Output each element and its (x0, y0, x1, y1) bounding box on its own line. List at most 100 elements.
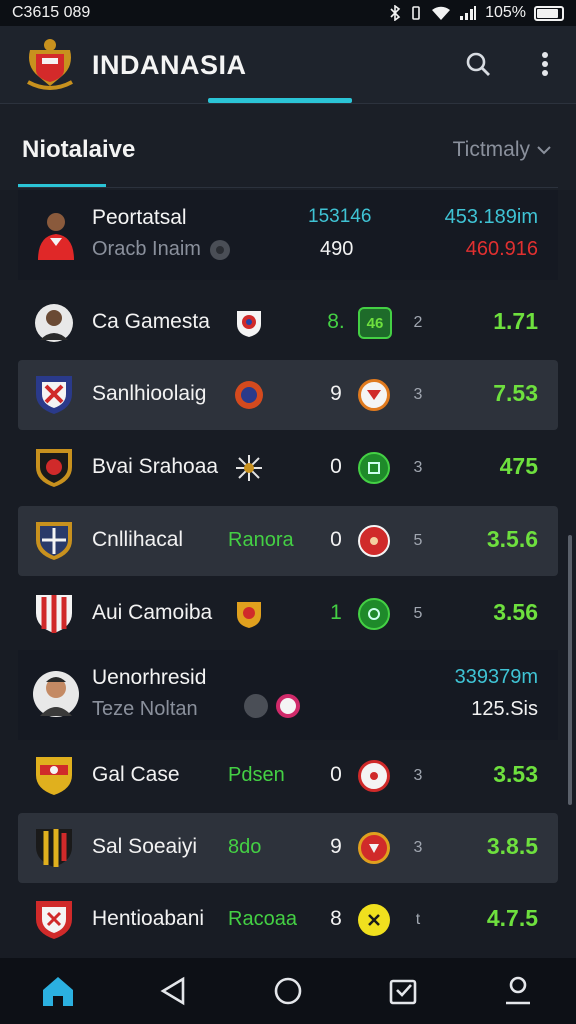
item-name: Hentioabani (92, 907, 205, 930)
more-vert-icon (542, 52, 548, 76)
scrollbar[interactable] (568, 535, 572, 805)
item-name: Sanlhioolaig (92, 382, 207, 405)
score-chip: 46 (358, 307, 392, 339)
chevron-down-icon (537, 146, 551, 155)
featured-value-top: 453.189im (444, 206, 538, 228)
club-crest-icon (276, 694, 300, 718)
item-name: Ca Gamesta (92, 310, 210, 333)
item-value: 3.56 (493, 599, 538, 625)
ball-icon (358, 904, 390, 936)
ball-icon (358, 452, 390, 484)
app-bar: INDANASIA (0, 26, 576, 104)
nav-tasks[interactable] (379, 967, 427, 1015)
item-score: 0 (330, 455, 342, 478)
player-avatar (38, 213, 74, 260)
section-tab-indicator (18, 184, 106, 187)
item-small: 3 (413, 386, 423, 403)
item-tag: Ranora (228, 529, 294, 551)
signal-icon (460, 6, 477, 20)
list-item[interactable]: Ca Gamesta 8. 46 2 1.71 (18, 288, 558, 358)
item-value: 4.7.5 (486, 905, 538, 931)
list-item[interactable]: Hentioabani Racoaa 8 t 4.7.5 (18, 885, 558, 955)
club-crest-icon (36, 901, 72, 939)
featured-stat-bottom: 490 (320, 238, 354, 260)
item-value: 3.53 (493, 761, 538, 787)
item-small: 5 (413, 605, 423, 622)
club-crest-icon (36, 829, 72, 867)
home-icon (42, 977, 73, 1006)
list-item[interactable]: Cnllihacal Ranora 0 5 3.5.6 (18, 506, 558, 576)
featured-value-bottom: 125.Sis (471, 698, 538, 720)
item-score: 8 (330, 907, 342, 930)
item-score: 9 (330, 835, 342, 858)
featured-item[interactable]: Peortatsal Oracb Inaim 153146 490 453.18… (18, 190, 558, 280)
item-tag: 8do (228, 836, 262, 858)
nav-home-circle[interactable] (264, 967, 312, 1015)
section-title: Niotalaive (22, 136, 136, 163)
item-name: Cnllihacal (92, 528, 184, 551)
item-score: 9 (330, 382, 342, 405)
list-item[interactable]: Aui Camoiba 1 5 3.56 (18, 579, 558, 649)
ball-icon (209, 239, 230, 260)
item-name: Sal Soeaiyi (92, 835, 198, 858)
battery-icon (534, 5, 564, 21)
club-crest-icon (237, 311, 261, 337)
featured-sub: Teze Noltan (92, 698, 198, 720)
sunburst-icon (236, 455, 262, 481)
bluetooth-icon (390, 5, 401, 21)
list-item[interactable]: Sal Soeaiyi 8do 9 3 3.8.5 (18, 813, 558, 883)
featured-item[interactable]: Uenorhresid Teze Noltan 339379m 125.Sis (18, 650, 558, 740)
battery-percent: 105% (485, 4, 526, 21)
section-divider (18, 187, 558, 188)
item-value: 3.8.5 (486, 833, 538, 859)
item-name: Bvai Srahoaa (92, 455, 219, 478)
item-value: 475 (499, 453, 538, 479)
club-crest-icon (235, 381, 263, 409)
featured-name: Peortatsal (92, 206, 187, 229)
featured-stat-top: 153146 (308, 206, 372, 227)
featured-name: Uenorhresid (92, 666, 207, 689)
vibrate-icon (412, 6, 420, 20)
profile-icon (506, 976, 531, 1005)
status-time: C3615 089 (12, 4, 91, 21)
item-tag: Pdsen (228, 764, 285, 786)
ball-icon (358, 598, 390, 630)
list-item[interactable]: Sanlhioolaig 9 3 7.53 (18, 360, 558, 430)
back-triangle-icon (160, 976, 185, 1006)
emblem-logo (27, 39, 73, 90)
item-small: 5 (413, 532, 423, 549)
player-avatar (33, 671, 79, 717)
item-score: 0 (330, 763, 342, 786)
item-value: 3.5.6 (486, 526, 538, 552)
ball-icon (358, 525, 390, 557)
item-small: 3 (413, 839, 423, 856)
item-score: 0 (330, 528, 342, 551)
wifi-icon (432, 6, 451, 20)
app-title: INDANASIA (92, 50, 247, 80)
list-item[interactable]: Bvai Srahoaa 0 3 475 (18, 433, 558, 503)
list-item[interactable]: Gal Case Pdsen 0 3 3.53 (18, 741, 558, 811)
section-header: Niotalaive Tictmaly (0, 104, 576, 190)
ball-icon (358, 760, 390, 792)
ball-icon (358, 379, 390, 411)
ball-icon (358, 832, 390, 864)
search-button[interactable] (460, 46, 496, 82)
featured-value-bottom: 460.916 (465, 238, 538, 260)
nav-home[interactable] (34, 967, 82, 1015)
item-score: 1 (330, 601, 342, 624)
player-avatar (35, 304, 73, 342)
featured-sub: Oracb Inaim (92, 238, 231, 261)
item-tag: Racoaa (228, 908, 297, 930)
item-name: Gal Case (92, 763, 180, 786)
nav-profile[interactable] (494, 967, 542, 1015)
filter-dropdown[interactable]: Tictmaly (453, 138, 552, 162)
item-small: 2 (413, 314, 423, 331)
club-crest-icon (36, 757, 72, 795)
nav-back[interactable] (149, 967, 197, 1015)
home-circle-icon (274, 977, 302, 1005)
search-icon (466, 52, 490, 76)
featured-value-top: 339379m (454, 666, 538, 688)
task-check-icon (389, 979, 417, 1005)
more-menu-button[interactable] (527, 46, 563, 82)
status-icons: 105% (389, 4, 564, 22)
